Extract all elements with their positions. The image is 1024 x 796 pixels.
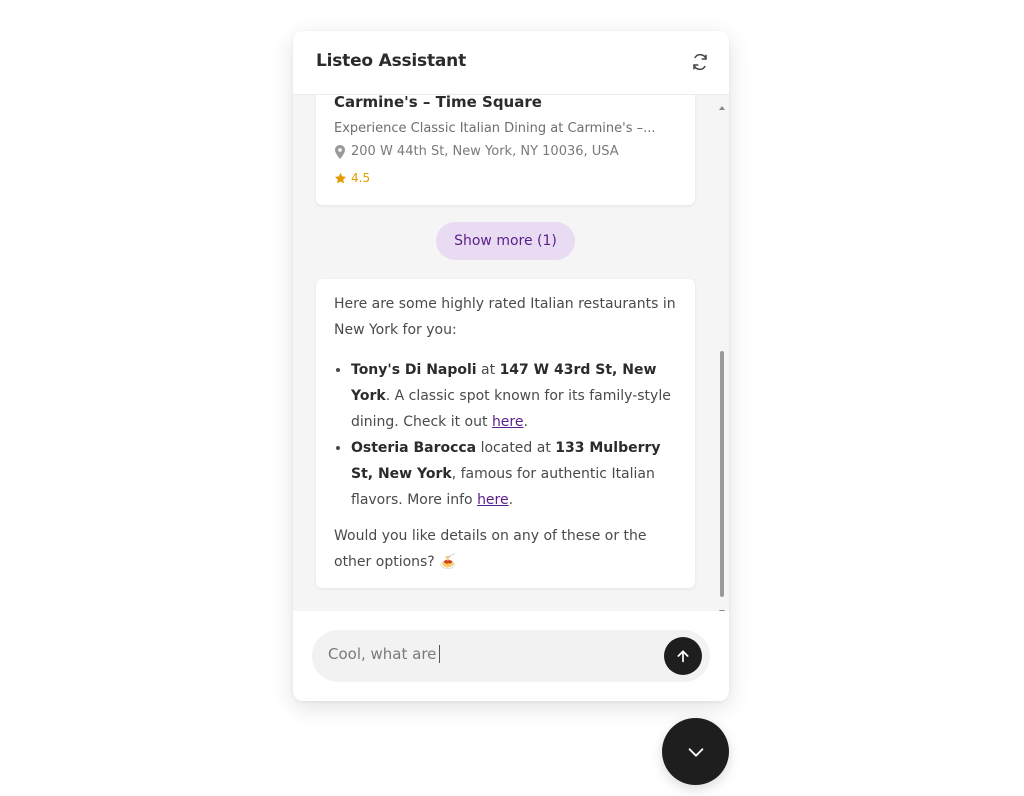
- message-outro: Would you like details on any of these o…: [334, 528, 647, 570]
- refresh-icon[interactable]: [691, 53, 709, 71]
- scroll-up-arrow[interactable]: [718, 97, 726, 110]
- chevron-down-icon: [688, 747, 703, 757]
- scrollbar[interactable]: [718, 97, 726, 614]
- item-text: at: [476, 362, 500, 378]
- assistant-message: Here are some highly rated Italian resta…: [316, 279, 695, 588]
- scroll-down-arrow[interactable]: [718, 601, 726, 614]
- chat-header: Listeo Assistant: [293, 31, 729, 95]
- here-link[interactable]: here: [477, 492, 509, 508]
- listing-description: Experience Classic Italian Dining at Car…: [334, 121, 656, 136]
- restaurant-name: Tony's Di Napoli: [351, 362, 477, 378]
- list-item: Tony's Di Napoli at 147 W 43rd St, New Y…: [351, 357, 677, 435]
- composer: Cool, what are: [293, 611, 729, 701]
- scrollbar-thumb[interactable]: [720, 351, 724, 597]
- send-button[interactable]: [664, 637, 702, 675]
- listing-address: 200 W 44th St, New York, NY 10036, USA: [334, 144, 619, 159]
- item-text: located at: [476, 440, 556, 456]
- listing-rating: 4.5: [334, 171, 370, 185]
- here-link[interactable]: here: [492, 414, 524, 430]
- chat-widget: Listeo Assistant Carmine's – Time Square…: [293, 31, 729, 701]
- message-list[interactable]: Carmine's – Time Square Experience Class…: [293, 95, 729, 611]
- listing-title[interactable]: Carmine's – Time Square: [334, 95, 542, 111]
- rating-value: 4.5: [351, 171, 371, 185]
- list-item: Osteria Barocca located at 133 Mulberry …: [351, 435, 677, 513]
- message-intro: Here are some highly rated Italian resta…: [334, 296, 676, 338]
- item-text: .: [508, 492, 514, 508]
- arrow-up-icon: [677, 650, 689, 663]
- listing-card[interactable]: Carmine's – Time Square Experience Class…: [316, 95, 695, 205]
- star-icon: [334, 172, 347, 183]
- typed-text[interactable]: Cool, what are: [328, 645, 436, 663]
- item-text: .: [523, 414, 528, 430]
- text-caret: [439, 645, 441, 663]
- message-input-value[interactable]: Cool, what are: [328, 645, 441, 663]
- header-title: Listeo Assistant: [316, 51, 466, 71]
- map-pin-icon: [335, 144, 345, 159]
- listing-address-text: 200 W 44th St, New York, NY 10036, USA: [351, 144, 619, 159]
- toggle-chat-button[interactable]: [662, 718, 729, 785]
- message-input[interactable]: Cool, what are: [312, 630, 710, 682]
- restaurant-name: Osteria Barocca: [351, 440, 477, 456]
- show-more-button[interactable]: Show more (1): [436, 222, 575, 260]
- restaurant-list: Tony's Di Napoli at 147 W 43rd St, New Y…: [334, 357, 677, 513]
